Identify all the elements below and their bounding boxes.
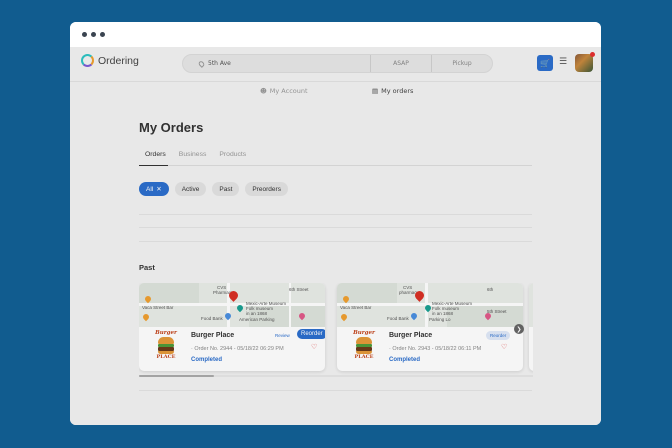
tab-orders[interactable]: Orders xyxy=(139,149,168,166)
account-nav: ☻ My Account ▤ My orders xyxy=(70,87,601,99)
divider xyxy=(139,241,532,242)
map-pin-icon xyxy=(223,311,233,321)
divider xyxy=(139,214,532,215)
order-card[interactable]: CVS Pharmacy · 6th Street Mexic-Arte Mus… xyxy=(139,283,325,371)
past-orders-carousel: CVS Pharmacy · 6th Street Mexic-Arte Mus… xyxy=(139,283,533,378)
order-map xyxy=(529,283,533,327)
burger-bun-icon xyxy=(356,337,372,344)
order-map: CVS Pharmacy · 6th Street Mexic-Arte Mus… xyxy=(139,283,325,327)
order-card[interactable] xyxy=(529,283,533,371)
filter-all[interactable]: All ✕ xyxy=(139,182,169,196)
map-label: in an 1868 xyxy=(432,311,454,316)
order-status: Completed xyxy=(191,357,223,363)
window-dot-icon xyxy=(91,32,96,37)
my-orders-link[interactable]: ▤ My orders xyxy=(372,87,413,95)
divider xyxy=(139,390,532,391)
map-label: Food Bank xyxy=(387,316,409,321)
logo-text: Burger xyxy=(155,330,177,336)
divider xyxy=(139,227,532,228)
logo-text: PLACE xyxy=(156,354,176,360)
window-dot-icon xyxy=(82,32,87,37)
store-logo: Burger PLACE xyxy=(350,330,378,360)
site-header: Ordering 5th Ave ASAP Pickup 🛒 ☰ xyxy=(70,47,601,81)
logo-text: PLACE xyxy=(354,354,374,360)
order-mode-selector[interactable]: Pickup xyxy=(431,55,492,72)
order-line-text: Order No. 2944 - 05/18/22 06:29 PM xyxy=(194,346,284,352)
store-logo: Burger PLACE xyxy=(152,330,180,360)
order-map: CVS pharmacy · 6th Mexic-Arte Museum Fol… xyxy=(337,283,523,327)
order-status: Completed xyxy=(389,357,421,363)
close-icon[interactable]: ✕ xyxy=(156,185,161,193)
orders-tabs: Orders Business Products xyxy=(139,149,532,166)
address-field[interactable]: 5th Ave xyxy=(183,55,370,72)
browser-window: Ordering 5th Ave ASAP Pickup 🛒 ☰ ☻ My Ac… xyxy=(70,22,601,425)
filter-active[interactable]: Active xyxy=(174,182,207,196)
brand-logo[interactable]: Ordering xyxy=(81,54,139,67)
map-label: Food Bank xyxy=(201,316,223,321)
store-name: Burger Place xyxy=(191,332,235,339)
location-pin-icon xyxy=(197,59,206,68)
map-label: 6th Street xyxy=(289,287,309,292)
order-line-text: Order No. 2943 - 05/18/22 06:11 PM xyxy=(392,346,482,352)
tab-products[interactable]: Products xyxy=(219,149,248,165)
menu-button[interactable]: ☰ xyxy=(559,57,567,67)
order-number: · Order No. 2943 - 05/18/22 06:11 PM xyxy=(389,346,482,352)
time-selector[interactable]: ASAP xyxy=(370,55,431,72)
logo-ring-icon xyxy=(81,54,94,67)
order-card[interactable]: CVS pharmacy · 6th Mexic-Arte Museum Fol… xyxy=(337,283,523,371)
heart-icon[interactable]: ♡ xyxy=(311,343,317,351)
map-label: Parking Lo xyxy=(429,317,451,322)
order-mode-value: Pickup xyxy=(452,60,472,67)
reorder-button[interactable]: Reorder xyxy=(297,329,325,339)
filter-preorders[interactable]: Preorders xyxy=(245,182,288,196)
time-value: ASAP xyxy=(393,60,409,67)
next-button[interactable]: ❯ xyxy=(514,324,524,334)
orders-icon: ▤ xyxy=(372,87,379,95)
my-orders-label: My orders xyxy=(381,87,414,95)
order-card-body: Burger PLACE Burger Place · Order No. 29… xyxy=(337,327,523,371)
filter-past[interactable]: Past xyxy=(212,182,240,196)
review-button[interactable]: Review xyxy=(271,331,294,340)
window-titlebar xyxy=(70,22,601,47)
user-icon: ☻ xyxy=(260,87,267,95)
cart-button[interactable]: 🛒 xyxy=(537,55,553,71)
page-title: My Orders xyxy=(139,120,204,135)
my-account-link[interactable]: ☻ My Account xyxy=(260,87,308,95)
chevron-right-icon: ❯ xyxy=(516,325,522,333)
carousel-scrollbar[interactable] xyxy=(139,375,533,377)
tab-business[interactable]: Business xyxy=(179,149,209,165)
burger-bun-icon xyxy=(158,337,174,344)
window-dot-icon xyxy=(100,32,105,37)
map-label: 6th xyxy=(487,287,494,292)
order-card-body: Burger PLACE Burger Place · Order No. 29… xyxy=(139,327,325,371)
cart-icon: 🛒 xyxy=(540,58,550,68)
orders-page: Ordering 5th Ave ASAP Pickup 🛒 ☰ ☻ My Ac… xyxy=(70,47,601,425)
my-account-label: My Account xyxy=(269,87,308,95)
address-search-bar[interactable]: 5th Ave ASAP Pickup xyxy=(182,54,493,73)
order-filters: All ✕ Active Past Preorders xyxy=(139,182,288,196)
filter-all-label: All xyxy=(146,185,154,193)
map-pin-icon xyxy=(339,312,349,322)
store-name: Burger Place xyxy=(389,332,433,339)
user-avatar[interactable] xyxy=(575,52,595,72)
map-label: Vaca Street Bar xyxy=(142,305,174,310)
map-label: American Parking xyxy=(239,317,275,322)
logo-text: Burger xyxy=(353,330,375,336)
heart-icon[interactable]: ♡ xyxy=(501,343,507,351)
map-pin-icon xyxy=(409,311,419,321)
header-divider xyxy=(70,81,601,82)
brand-name: Ordering xyxy=(98,54,139,67)
address-value: 5th Ave xyxy=(208,60,231,67)
section-title-past: Past xyxy=(139,263,155,272)
map-pin-icon xyxy=(141,312,151,322)
map-label: in an 1868 xyxy=(246,311,268,316)
menu-icon: ☰ xyxy=(559,57,568,67)
scrollbar-thumb[interactable] xyxy=(139,375,214,377)
order-number: · Order No. 2944 - 05/18/22 06:29 PM xyxy=(191,346,284,352)
map-label: Vaca Street Bar xyxy=(340,305,372,310)
reorder-button[interactable]: Reorder xyxy=(486,331,511,340)
notification-dot xyxy=(590,52,595,57)
